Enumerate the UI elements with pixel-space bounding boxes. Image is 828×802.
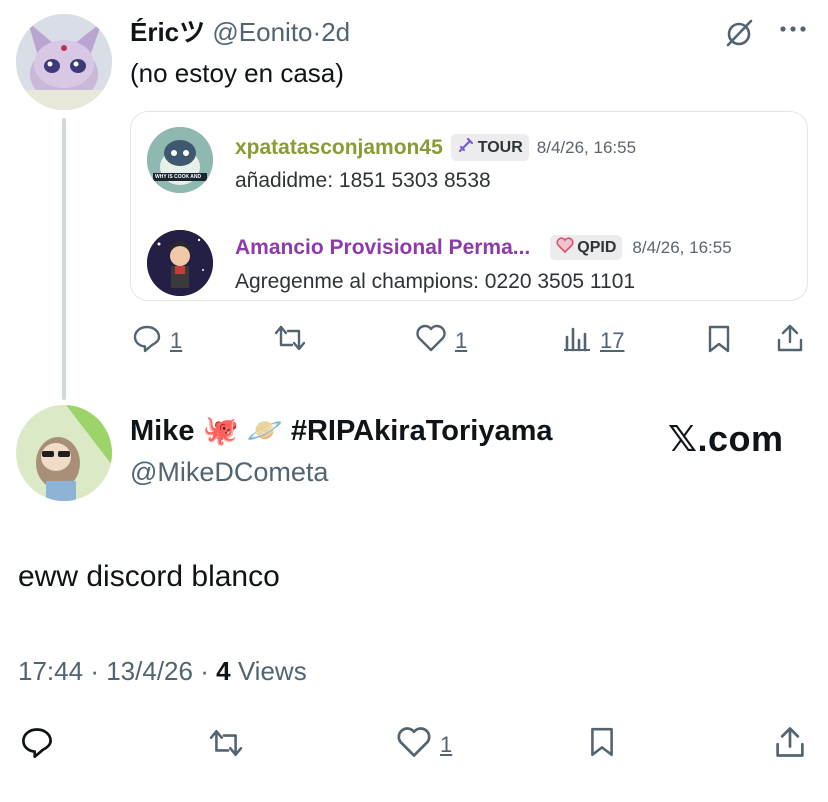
views-chart-icon (562, 323, 592, 359)
discord-username-1[interactable]: xpatatasconjamon45 (235, 136, 443, 160)
tweet2-like-count: 1 (440, 732, 453, 757)
tweet2-handle[interactable]: @MikeDCometa (130, 457, 328, 488)
tweet2-bookmark-button[interactable] (586, 724, 618, 760)
share-button[interactable] (774, 322, 806, 354)
heart-icon (556, 237, 574, 258)
tweet2-date[interactable]: 13/4/26 (106, 656, 193, 686)
discord-time-1: 8/4/26, 16:55 (536, 137, 637, 157)
discord-msg-2-header: Amancio Provisional Perma... QPID 8/4/26… (235, 235, 732, 260)
tweet1-handle[interactable]: @Eonito (212, 17, 312, 47)
tweet1-header: Éricツ @Eonito·2d (130, 12, 350, 49)
tweet2-retweet-button[interactable] (206, 727, 246, 759)
tweet2-separator-2: · (200, 656, 209, 686)
views-count: 17 (600, 328, 625, 353)
tweet2-reply-button[interactable] (20, 725, 54, 759)
tweet1-age[interactable]: 2d (321, 17, 350, 47)
discord-time-2: 8/4/26, 16:55 (632, 237, 732, 257)
sword-icon (457, 136, 475, 159)
tweet2-time[interactable]: 17:44 (18, 656, 83, 686)
tweet2-text: eww discord blanco (18, 560, 280, 593)
tweet1-display-name[interactable]: Éricツ (130, 17, 205, 47)
tweet1-text: (no estoy en casa) (130, 58, 344, 88)
discord-badge-1-label: TOUR (477, 138, 523, 156)
views-button[interactable]: 17 (562, 323, 624, 359)
x-com-logo: 𝕏.com (668, 418, 784, 459)
more-options-icon[interactable] (778, 22, 808, 36)
share-icon (777, 324, 803, 352)
reply-count: 1 (170, 328, 183, 353)
avatar-mike[interactable] (16, 405, 112, 501)
discord-text-1: añadidme: 1851 5303 8538 (235, 169, 491, 192)
tweet2-views-label: Views (237, 656, 307, 686)
tweet1-media[interactable]: WHY IS COOK AND xpatatasconjamon45 TOUR … (130, 111, 808, 301)
discord-badge-2[interactable]: QPID (550, 235, 623, 260)
discord-msg-1-header: xpatatasconjamon45 TOUR 8/4/26, 16:55 (235, 134, 636, 161)
heart-outline-icon-2 (396, 725, 432, 765)
tweet2-display-name[interactable]: Mike 🐙 🪐 #RIPAkiraToriyama (130, 414, 553, 448)
bookmark-icon (708, 325, 730, 353)
thread-line (62, 118, 66, 400)
heart-outline-icon (415, 323, 447, 359)
tweet2-separator-1: · (90, 656, 99, 686)
share-icon-2 (776, 727, 804, 757)
reply-button[interactable]: 1 (132, 323, 182, 359)
retweet-button[interactable] (272, 323, 308, 359)
retweet-icon (272, 323, 308, 359)
tweet1-separator: · (312, 17, 322, 47)
discord-username-2[interactable]: Amancio Provisional Perma... (235, 236, 530, 260)
discord-avatar-1: WHY IS COOK AND (147, 127, 213, 193)
tweet2-views-count[interactable]: 4 (216, 656, 230, 686)
avatar-eric[interactable] (16, 14, 112, 110)
retweet-icon-2 (209, 729, 243, 757)
discord-text-2: Agregenme al champions: 0220 3505 1101 (235, 270, 636, 293)
tweet2-like-button[interactable]: 1 (396, 725, 452, 765)
discord-badge-2-label: QPID (577, 238, 617, 256)
discord-avatar-1-caption: WHY IS COOK AND (155, 174, 202, 180)
like-count: 1 (455, 328, 468, 353)
reply-icon (132, 323, 162, 359)
espeon-avatar-art (16, 14, 112, 110)
grok-icon[interactable] (722, 17, 756, 51)
tweet2-share-button[interactable] (772, 724, 808, 760)
like-button[interactable]: 1 (415, 323, 467, 359)
discord-avatar-2 (147, 230, 213, 296)
discord-badge-1[interactable]: TOUR (450, 134, 529, 161)
bookmark-button[interactable] (704, 323, 734, 355)
reply-icon-2 (22, 728, 52, 759)
tweet2-meta: 17:44 · 13/4/26 · 4 Views (18, 656, 307, 687)
bookmark-icon-2 (591, 727, 613, 757)
